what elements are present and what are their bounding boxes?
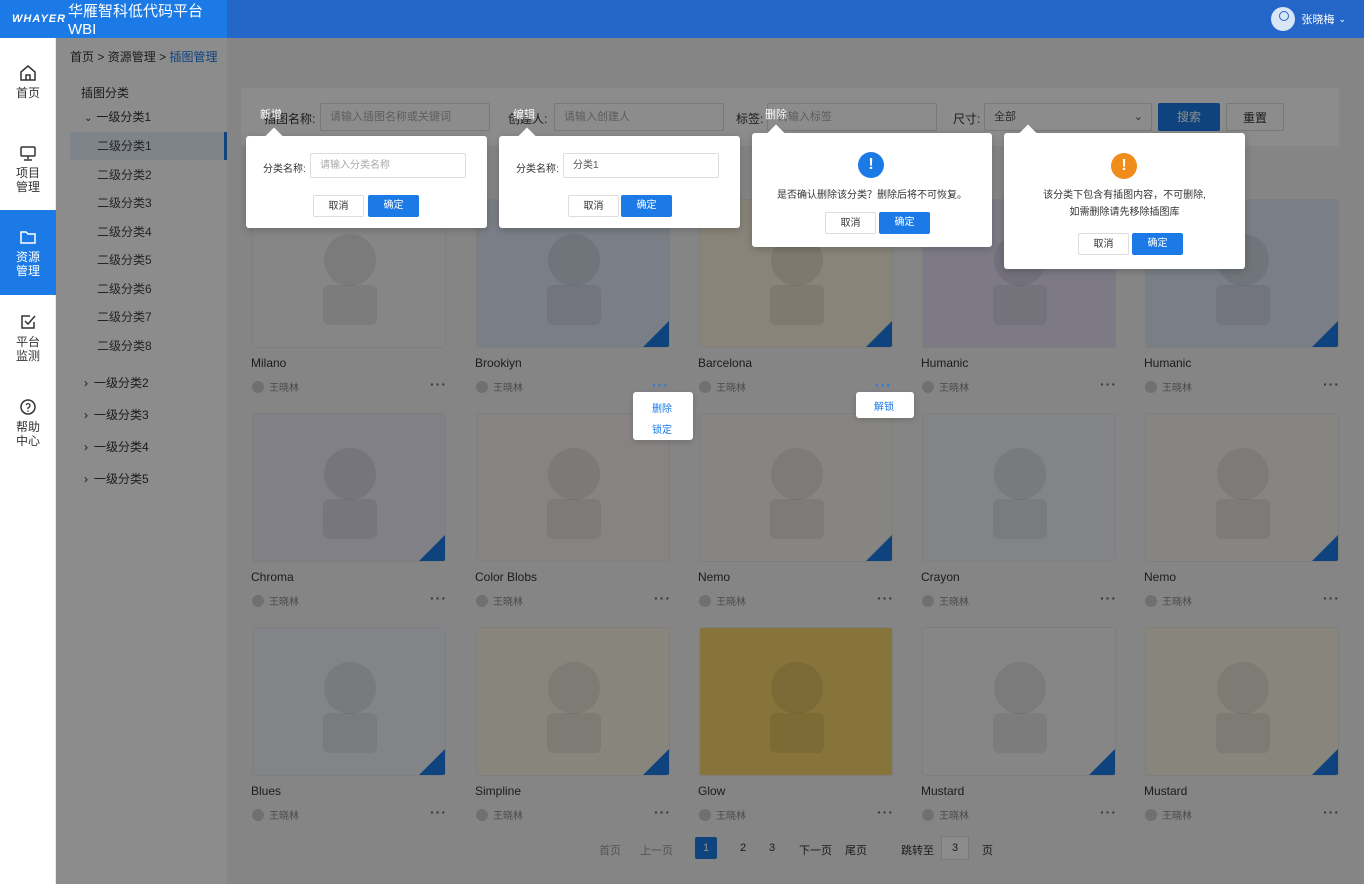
nav-home[interactable]: 首页 <box>0 52 56 112</box>
user-name: 张晓梅 <box>1301 14 1335 26</box>
nav-monitor-label-2: 监测 <box>15 349 40 363</box>
nav-help[interactable]: 帮助 中心 <box>0 388 56 458</box>
folder-icon <box>20 230 36 244</box>
delete-menu-item[interactable]: 删除 <box>652 400 672 415</box>
confirm-button[interactable]: 确定 <box>368 195 419 217</box>
blocked-message-line1: 该分类下包含有插图内容，不可删除, <box>1043 190 1206 201</box>
brand: WHAYER 华雁智科低代码平台WBI <box>0 0 227 38</box>
info-icon: ! <box>858 152 884 178</box>
top-bar: WHAYER 华雁智科低代码平台WBI 张晓梅 ⌄ <box>0 0 1364 38</box>
nav-project-label-1: 项目 <box>15 166 40 180</box>
edit-popup-title: 编辑 <box>513 109 535 121</box>
more-icon[interactable]: ··· <box>652 377 669 393</box>
category-name-input[interactable]: 分类1 <box>563 153 719 178</box>
help-icon <box>20 399 36 415</box>
cancel-button[interactable]: 取消 <box>313 195 364 217</box>
nav-project-label-2: 管理 <box>15 180 40 194</box>
app-title: 华雁智科低代码平台WBI <box>68 3 204 38</box>
delete-message: 是否确认删除该分类？删除后将不可恢复。 <box>777 190 967 201</box>
cancel-button[interactable]: 取消 <box>1078 233 1129 255</box>
confirm-button[interactable]: 确定 <box>1132 233 1183 255</box>
card-context-menu: 解锁 <box>856 392 914 418</box>
monitor-icon <box>20 146 36 161</box>
avatar <box>1271 7 1296 31</box>
warning-icon: ! <box>1111 153 1137 179</box>
nav-home-label: 首页 <box>15 86 40 100</box>
delete-confirm-popup: ! 是否确认删除该分类？删除后将不可恢复。 取消 确定 <box>752 124 992 247</box>
category-name-label: 分类名称: <box>263 164 306 175</box>
user-menu[interactable]: 张晓梅 ⌄ <box>1271 7 1346 31</box>
nav-resource-label-1: 资源 <box>15 249 40 264</box>
card-context-menu: 删除 锁定 <box>633 392 693 440</box>
confirm-button[interactable]: 确定 <box>879 212 930 234</box>
more-icon[interactable]: ··· <box>875 377 892 393</box>
nav-monitor[interactable]: 平台 监测 <box>0 303 56 373</box>
nav-help-label-1: 帮助 <box>15 420 40 434</box>
nav-project[interactable]: 项目 管理 <box>0 134 56 204</box>
confirm-button[interactable]: 确定 <box>621 195 672 217</box>
left-nav: 首页 项目 管理 资源 管理 平台 监测 帮助 中心 <box>0 38 56 884</box>
blocked-message-line2: 如需删除请先移除插图库 <box>1069 207 1180 218</box>
chevron-down-icon: ⌄ <box>1338 13 1346 24</box>
category-name-label: 分类名称: <box>516 164 559 175</box>
add-category-popup: 分类名称: 请输入分类名称 取消 确定 <box>246 127 487 228</box>
add-popup-title: 新增 <box>260 109 282 121</box>
edit-category-popup: 分类名称: 分类1 取消 确定 <box>499 127 740 228</box>
cancel-button[interactable]: 取消 <box>825 212 876 234</box>
checkbox-icon <box>21 315 36 329</box>
nav-help-label-2: 中心 <box>15 434 40 448</box>
lock-menu-item[interactable]: 锁定 <box>652 421 672 436</box>
nav-monitor-label-1: 平台 <box>15 335 40 349</box>
nav-resource-label-2: 管理 <box>15 263 40 278</box>
cancel-button[interactable]: 取消 <box>568 195 619 217</box>
home-icon <box>20 65 36 81</box>
delete-popup-title: 删除 <box>765 109 787 121</box>
category-name-input[interactable]: 请输入分类名称 <box>310 153 466 178</box>
nav-resource[interactable]: 资源 管理 <box>0 210 56 295</box>
brand-logo: WHAYER <box>12 13 67 25</box>
unlock-menu-item[interactable]: 解锁 <box>874 398 894 413</box>
cannot-delete-popup: ! 该分类下包含有插图内容，不可删除, 如需删除请先移除插图库 取消 确定 <box>1004 124 1245 269</box>
